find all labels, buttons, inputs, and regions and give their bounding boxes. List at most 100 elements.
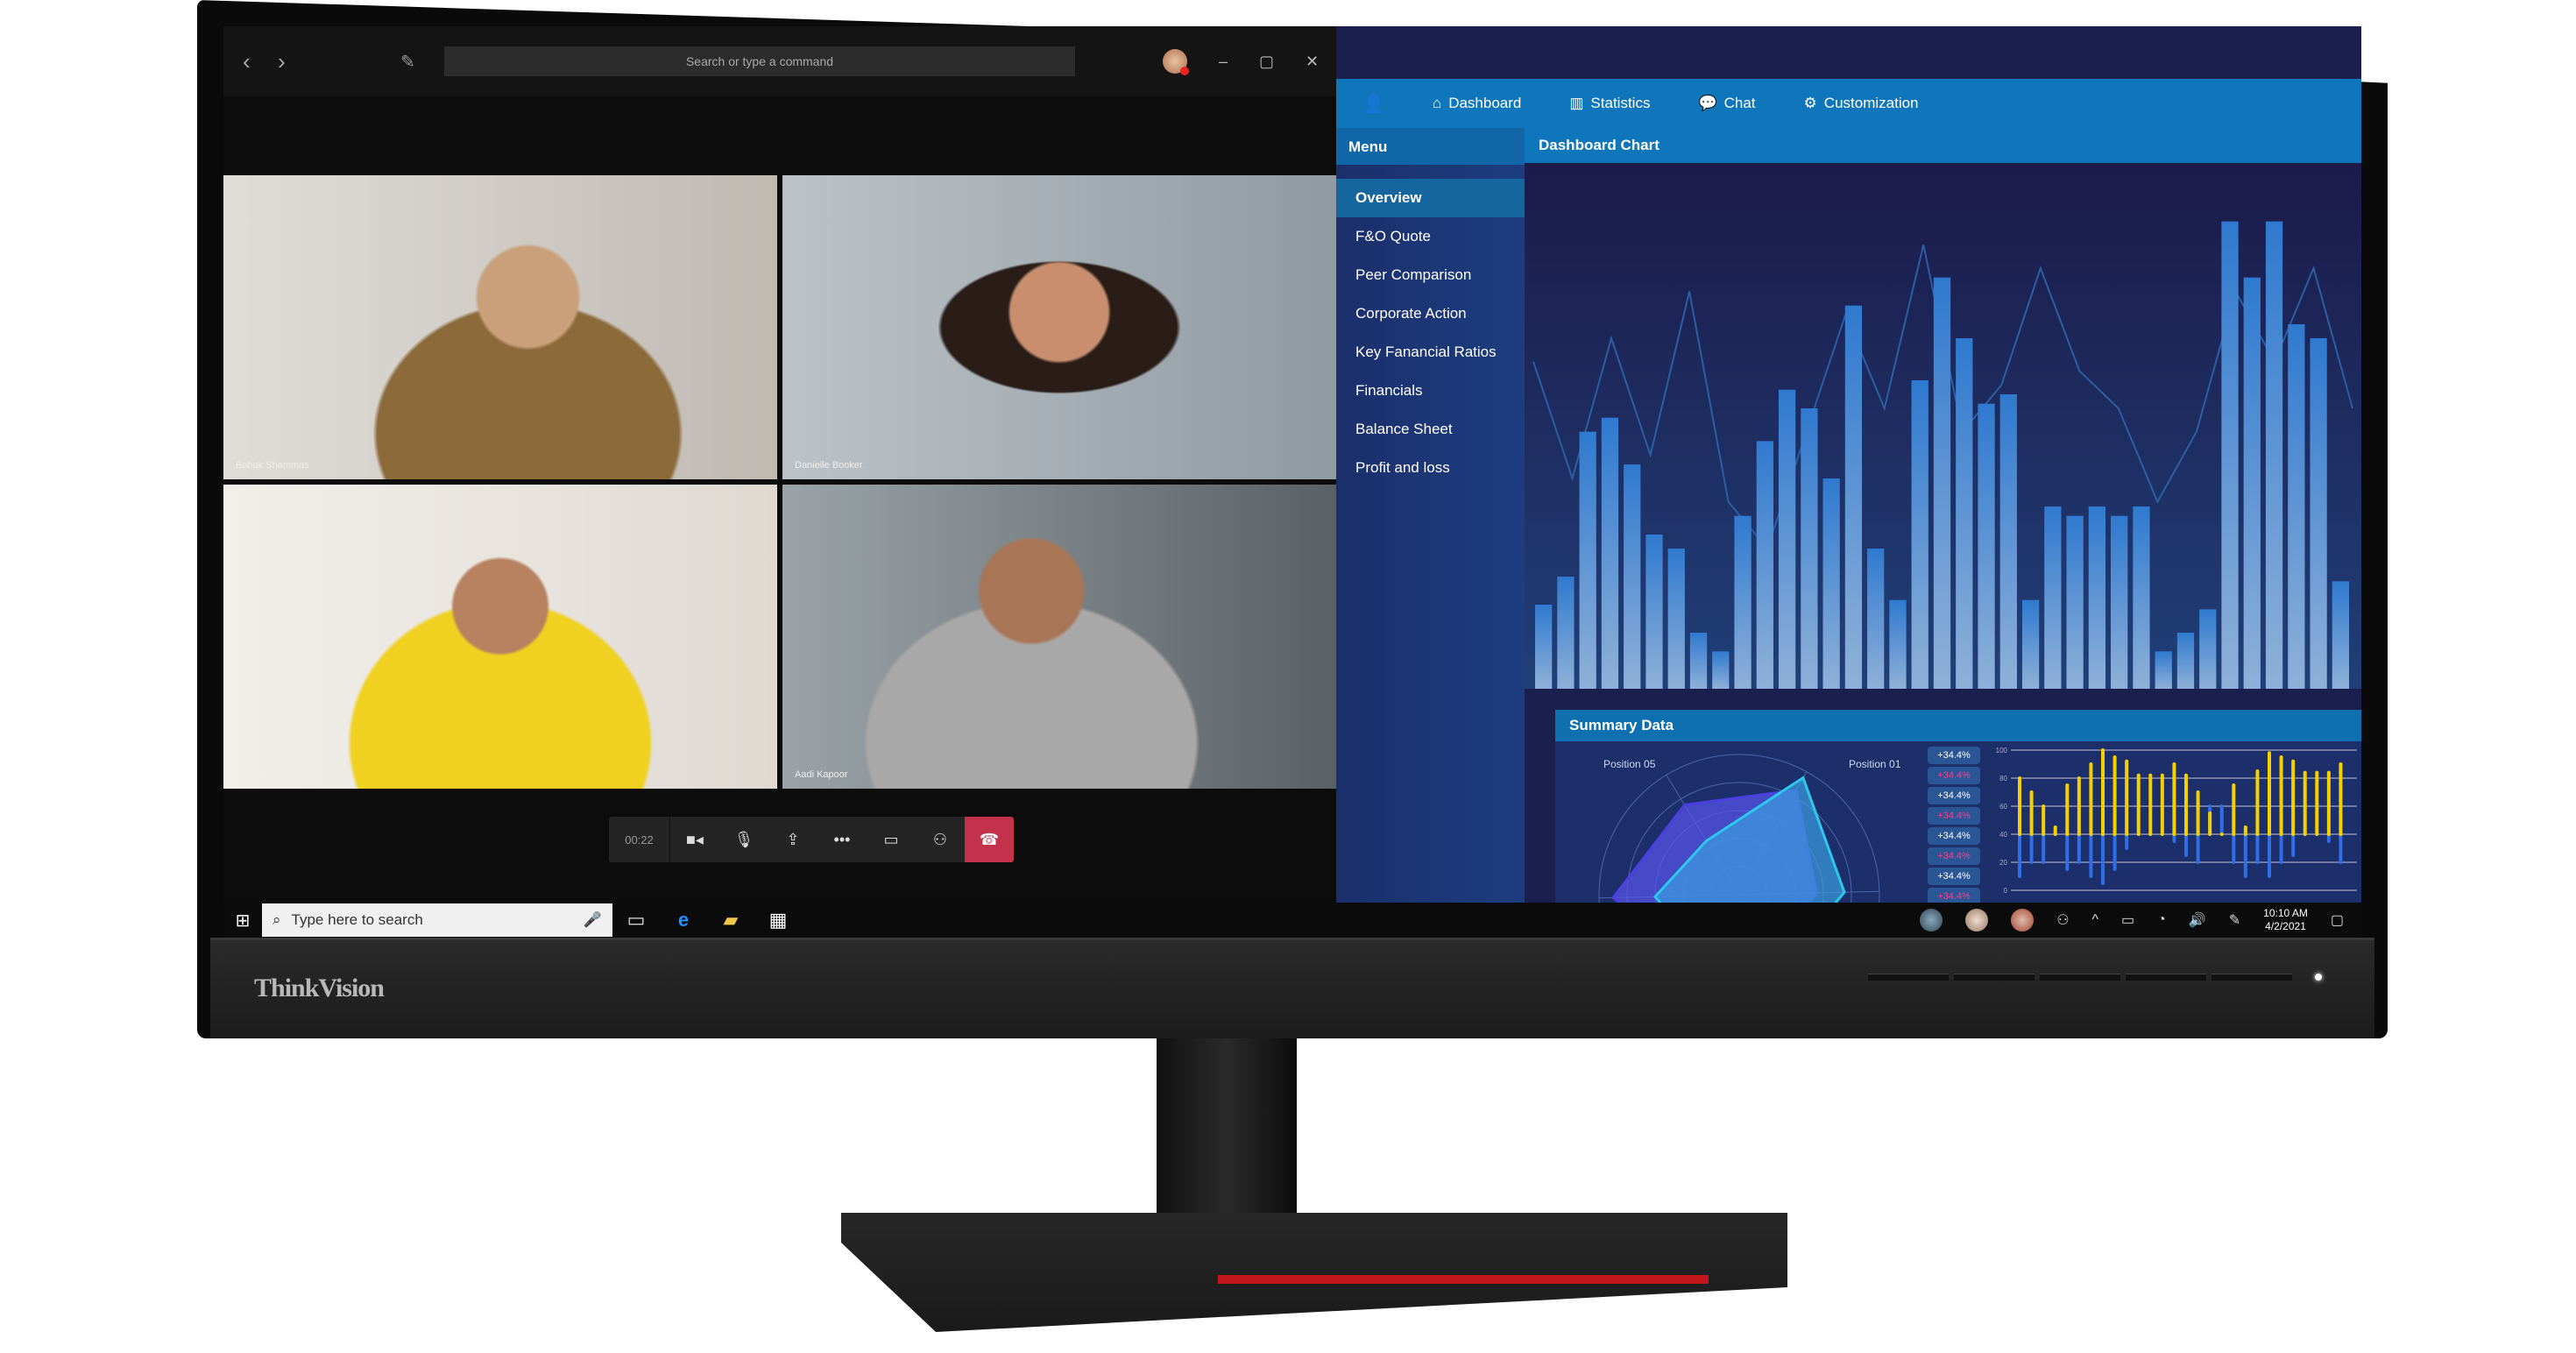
chart-bar — [1689, 633, 1708, 689]
dashboard-bar-chart — [1525, 163, 2361, 689]
notifications-icon[interactable]: ▢ — [2331, 911, 2344, 929]
system-tray: ⚇ ^ ▭ ◔ 🔊 ✎ 10:10 AM 4/2/2021 ▢ — [1920, 907, 2344, 933]
monitor-chin: ThinkVision — [210, 938, 2374, 1038]
change-pill: +34.4% — [1928, 747, 1980, 764]
y-tick-label: 0 — [2004, 887, 2008, 895]
video-tile[interactable]: Danielle Booker — [782, 175, 1336, 479]
command-search-input[interactable]: Search or type a command — [444, 46, 1075, 76]
chart-bar — [1867, 549, 1885, 689]
nav-customization[interactable]: ⚙ Customization — [1804, 95, 1919, 112]
nav-statistics[interactable]: ▥ Statistics — [1569, 95, 1650, 112]
minimize-button[interactable]: – — [1219, 53, 1228, 71]
participant-name: Babak Shammas — [236, 460, 309, 471]
radar-label: Position 05 — [1603, 758, 1656, 770]
edge-icon[interactable]: e — [660, 909, 707, 932]
camera-icon[interactable]: ■◂ — [670, 817, 719, 862]
participant-name: Aadi Kapoor — [795, 769, 848, 780]
nav-label: Dashboard — [1448, 95, 1522, 111]
people-icon[interactable]: ⚇ — [2056, 911, 2069, 929]
chart-bar — [2044, 506, 2062, 689]
windows-start-icon[interactable]: ⊞ — [223, 910, 262, 932]
chart-bar — [2066, 515, 2084, 689]
chart-bar — [1956, 338, 1973, 689]
change-pill: +34.4% — [1928, 767, 1980, 784]
brand-logo: ThinkVision — [254, 974, 385, 1002]
sidebar-item-profit-and-loss[interactable]: Profit and loss — [1336, 449, 1525, 487]
sidebar-item-financials[interactable]: Financials — [1336, 372, 1525, 410]
file-explorer-icon[interactable]: ▰ — [707, 909, 754, 932]
stand-base — [841, 1213, 1787, 1332]
pen-icon[interactable]: ✎ — [2229, 911, 2240, 929]
sidebar-item-corporate-action[interactable]: Corporate Action — [1336, 294, 1525, 333]
more-options-icon[interactable]: ••• — [817, 817, 867, 862]
nav-label: Chat — [1723, 95, 1756, 111]
video-tile[interactable]: Aadi Kapoor — [782, 485, 1336, 789]
compose-icon[interactable]: ✎ — [400, 51, 435, 73]
change-pill: +34.4% — [1928, 807, 1980, 825]
chart-bar — [1933, 277, 1951, 689]
chat-icon[interactable]: ▭ — [867, 817, 916, 862]
participants-icon[interactable]: ⚇ — [916, 817, 965, 862]
chart-bar — [1579, 431, 1596, 689]
microphone-icon[interactable]: 🎤 — [584, 911, 602, 929]
power-button[interactable] — [2212, 974, 2292, 981]
mic-muted-icon[interactable]: 🎙 — [719, 817, 768, 862]
store-icon[interactable]: ▦ — [754, 909, 802, 932]
dashboard-app: 👤 ⌂ Dashboard ▥ Statistics 💬 Chat ⚙ Customiz… — [1336, 26, 2361, 905]
search-icon: ⌕ — [272, 911, 281, 928]
task-view-icon[interactable]: ▭ — [612, 909, 660, 932]
forward-icon[interactable]: › — [278, 48, 313, 75]
summary-title: Summary Data — [1555, 710, 2361, 741]
chart-bar — [1624, 464, 1641, 689]
sidebar-item-key-financial-ratios[interactable]: Key Fanancial Ratios — [1336, 333, 1525, 372]
change-pill: +34.4% — [1928, 827, 1980, 845]
close-button[interactable]: ✕ — [1306, 53, 1319, 71]
chart-bar — [1667, 549, 1685, 689]
chart-bar — [1778, 389, 1796, 689]
menu-title: Menu — [1336, 128, 1525, 165]
taskbar-search-input[interactable]: ⌕ Type here to search 🎤 — [262, 903, 612, 937]
video-grid: Babak Shammas Danielle Booker Serena Rib… — [223, 175, 1336, 789]
chart-bar — [1999, 394, 2017, 689]
sidebar-item-overview[interactable]: Overview — [1336, 179, 1525, 217]
share-screen-icon[interactable]: ⇪ — [768, 817, 817, 862]
contact-avatar[interactable] — [1965, 909, 1989, 932]
date: 4/2/2021 — [2265, 920, 2306, 932]
video-tile[interactable]: Serena Ribeiro — [223, 485, 777, 789]
maximize-button[interactable]: ▢ — [1259, 53, 1274, 71]
brightness-button[interactable] — [2040, 974, 2120, 981]
sidebar-item-balance-sheet[interactable]: Balance Sheet — [1336, 410, 1525, 449]
sidebar-item-peer-comparison[interactable]: Peer Comparison — [1336, 256, 1525, 294]
contact-avatar[interactable] — [2011, 909, 2035, 932]
display-mode-button[interactable] — [1954, 974, 2035, 981]
user-avatar[interactable] — [1163, 49, 1189, 75]
screen: ‹ › ✎ Search or type a command – ▢ ✕ Bab… — [223, 26, 2361, 938]
hang-up-button[interactable]: ☎ — [965, 817, 1014, 862]
osd-buttons — [1868, 974, 2322, 981]
back-icon[interactable]: ‹ — [243, 48, 278, 75]
clock[interactable]: 10:10 AM 4/2/2021 — [2263, 907, 2308, 933]
chevron-up-icon[interactable]: ^ — [2092, 912, 2099, 928]
nav-chat[interactable]: 💬 Chat — [1698, 95, 1755, 112]
contact-avatar[interactable] — [1920, 909, 1943, 932]
video-tile[interactable]: Babak Shammas — [223, 175, 777, 479]
chart-bar — [2221, 221, 2239, 689]
wifi-icon[interactable]: ◔ — [2157, 912, 2166, 928]
input-button[interactable] — [1868, 974, 1949, 981]
chart-bar — [1911, 380, 1928, 689]
sidebar-item-fo-quote[interactable]: F&O Quote — [1336, 217, 1525, 256]
nav-label: Statistics — [1590, 95, 1651, 111]
volume-icon[interactable]: 🔊 — [2189, 911, 2206, 929]
monitor: ‹ › ✎ Search or type a command – ▢ ✕ Bab… — [197, 0, 2388, 1043]
gear-icon: ⚙ — [1803, 95, 1817, 111]
chart-bar — [2176, 633, 2195, 689]
nav-dashboard[interactable]: ⌂ Dashboard — [1433, 95, 1521, 112]
user-icon[interactable]: 👤 — [1362, 93, 1384, 115]
menu-button[interactable] — [2126, 974, 2206, 981]
summary-bar-chart: 0 20 40 60 80 100 — [1996, 747, 2357, 895]
battery-icon[interactable]: ▭ — [2121, 911, 2134, 929]
nav-label: Customization — [1823, 95, 1919, 111]
chat-bubble-icon: 💬 — [1698, 95, 1717, 111]
y-tick-label: 80 — [1999, 775, 2007, 783]
change-pill: +34.4% — [1928, 847, 1980, 865]
